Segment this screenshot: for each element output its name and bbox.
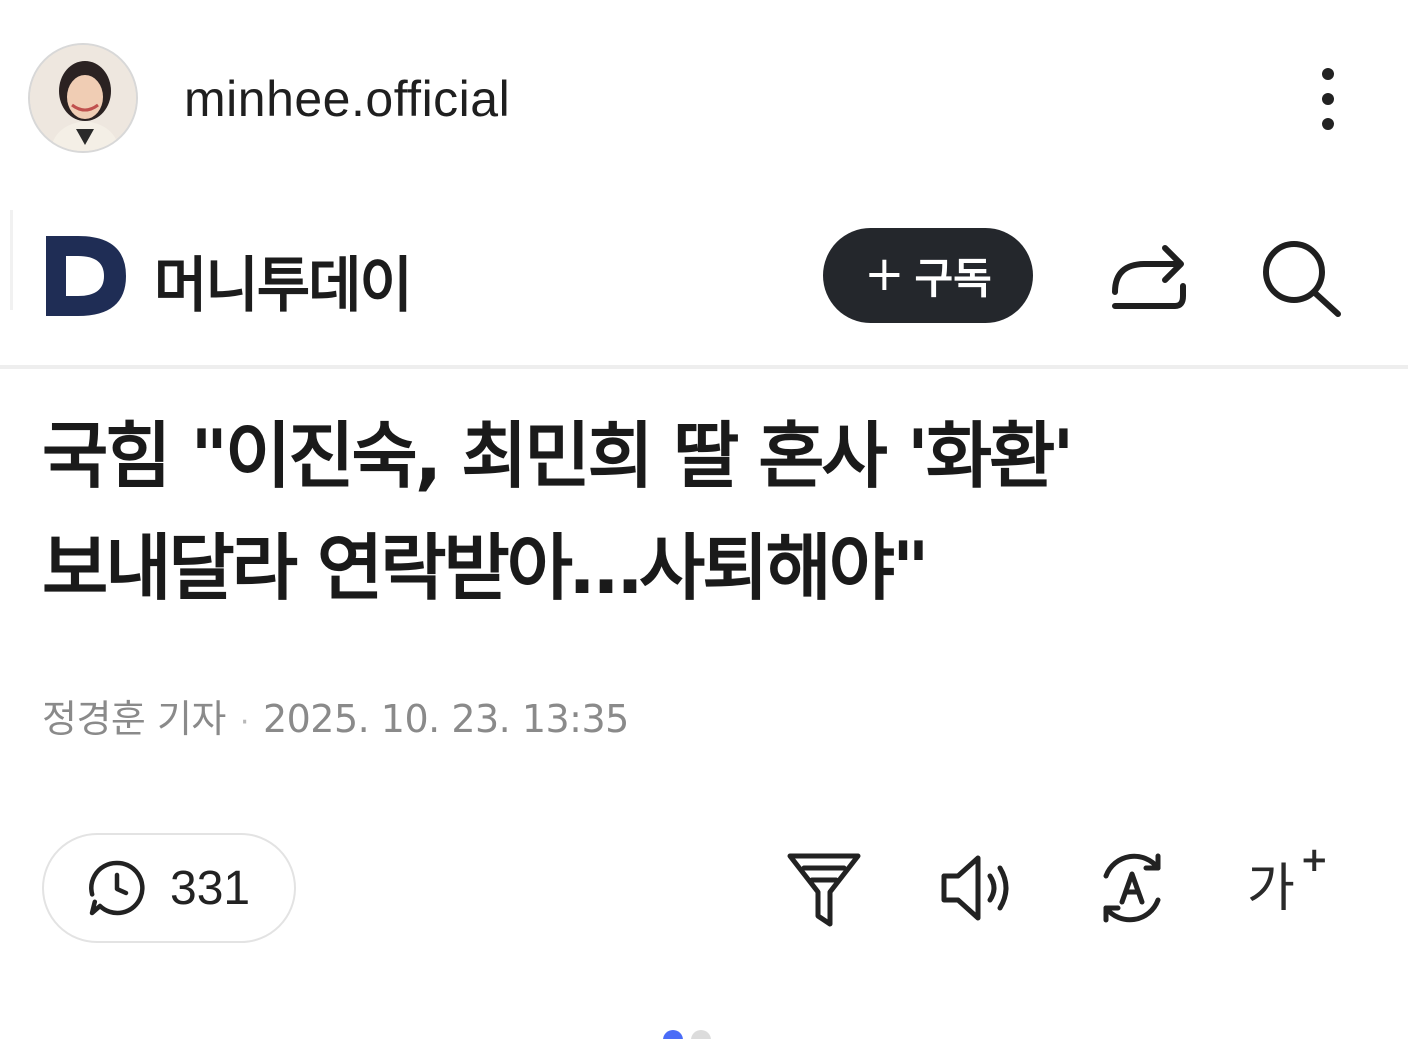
headline-line: 국힘 "이진숙, 최민희 딸 혼사 '화환' — [42, 414, 1074, 498]
font-size-button[interactable]: 가 — [1247, 846, 1295, 921]
translate-icon[interactable] — [1092, 846, 1172, 930]
post-header: minhee.official — [0, 0, 1408, 200]
headline-line: 보내달라 연락받아…사퇴해야" — [42, 526, 929, 610]
comments-button[interactable]: 331 — [42, 833, 296, 943]
vertical-ellipsis-icon[interactable] — [1308, 68, 1348, 130]
subscribe-label: 구독 — [914, 254, 992, 303]
avatar[interactable] — [28, 43, 138, 153]
publish-datetime: 2025. 10. 23. 13:35 — [262, 697, 629, 741]
carousel-indicator — [663, 1030, 711, 1039]
article-headline: 국힘 "이진숙, 최민희 딸 혼사 '화환' 보내달라 연락받아…사퇴해야" — [42, 400, 1382, 624]
share-icon[interactable] — [1105, 240, 1191, 316]
subscribe-button[interactable]: + 구독 — [823, 228, 1033, 323]
header-divider — [0, 365, 1408, 369]
instagram-post: minhee.official 머니투데이 + 구독 국힘 "이진숙, 최민희 — [0, 0, 1408, 1039]
profile-photo-icon — [30, 45, 136, 151]
carousel-dot[interactable] — [663, 1030, 683, 1039]
speaker-icon[interactable] — [936, 846, 1016, 930]
brand-logo-icon[interactable] — [44, 234, 128, 318]
plus-icon: + — [864, 245, 905, 302]
divider — [10, 210, 13, 310]
byline-separator: · — [239, 705, 250, 740]
brand-name[interactable]: 머니투데이 — [154, 236, 413, 323]
font-size-plus-icon: + — [1300, 840, 1329, 880]
byline: 정경훈 기자 · 2025. 10. 23. 13:35 — [42, 688, 629, 743]
comment-count: 331 — [170, 861, 251, 915]
username[interactable]: minhee.official — [184, 70, 510, 128]
search-icon[interactable] — [1258, 236, 1344, 320]
filter-icon[interactable] — [784, 846, 864, 930]
comment-clock-icon — [89, 860, 145, 916]
carousel-dot[interactable] — [691, 1030, 711, 1039]
reporter-name[interactable]: 정경훈 기자 — [42, 697, 226, 741]
